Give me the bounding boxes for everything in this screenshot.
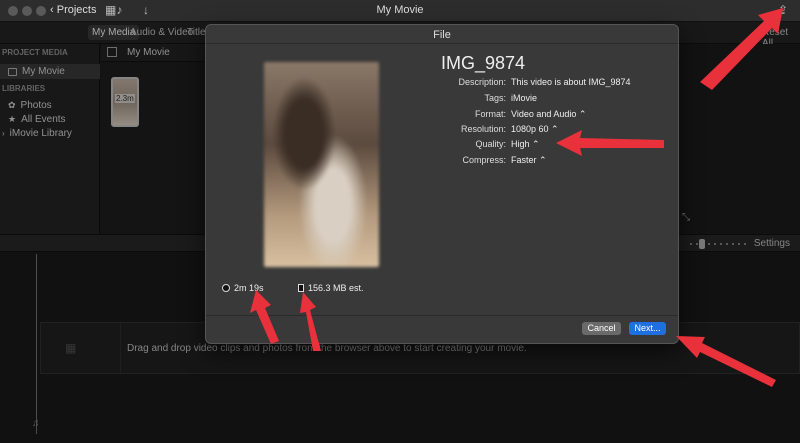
resolution-row: Resolution: 1080p 60 ⌃: [406, 124, 666, 138]
description-label: Description:: [458, 77, 506, 87]
export-file-dialog: File IMG_9874 Description: This video is…: [205, 24, 679, 344]
title-bar: ‹ Projects ▦♪ ↓ My Movie ⇪: [0, 0, 800, 22]
video-preview-thumbnail: [264, 62, 379, 267]
compress-label: Compress:: [462, 155, 506, 165]
quality-label: Quality:: [475, 139, 506, 149]
resolution-label: Resolution:: [460, 124, 506, 134]
quality-select[interactable]: High ⌃: [511, 139, 540, 150]
description-row: Description: This video is about IMG_987…: [406, 77, 666, 91]
file-icon: [298, 284, 304, 292]
format-select[interactable]: Video and Audio ⌃: [511, 109, 586, 120]
compress-select[interactable]: Faster ⌃: [511, 155, 547, 166]
format-row: Format: Video and Audio ⌃: [406, 109, 666, 123]
cancel-button[interactable]: Cancel: [582, 322, 621, 335]
compress-row: Compress: Faster ⌃: [406, 155, 666, 169]
tags-label: Tags:: [484, 93, 506, 103]
description-field[interactable]: This video is about IMG_9874: [511, 77, 631, 87]
resolution-select[interactable]: 1080p 60 ⌃: [511, 124, 559, 135]
size-value: 156.3 MB est.: [308, 283, 364, 293]
next-button[interactable]: Next...: [629, 322, 666, 335]
dialog-title: File: [433, 29, 451, 41]
duration-stat: 2m 19s: [222, 283, 264, 293]
dialog-footer-divider: [206, 315, 678, 316]
share-icon[interactable]: ⇪: [778, 3, 788, 17]
format-label: Format:: [474, 109, 506, 119]
clock-icon: [222, 284, 230, 292]
duration-value: 2m 19s: [234, 283, 264, 293]
window-title: My Movie: [376, 4, 424, 16]
tags-field[interactable]: iMovie: [511, 93, 537, 103]
dialog-divider: [206, 43, 678, 44]
quality-row: Quality: High ⌃: [406, 139, 666, 153]
file-name-title[interactable]: IMG_9874: [441, 53, 525, 74]
tags-row: Tags: iMovie: [406, 93, 666, 107]
size-stat: 156.3 MB est.: [298, 283, 364, 293]
